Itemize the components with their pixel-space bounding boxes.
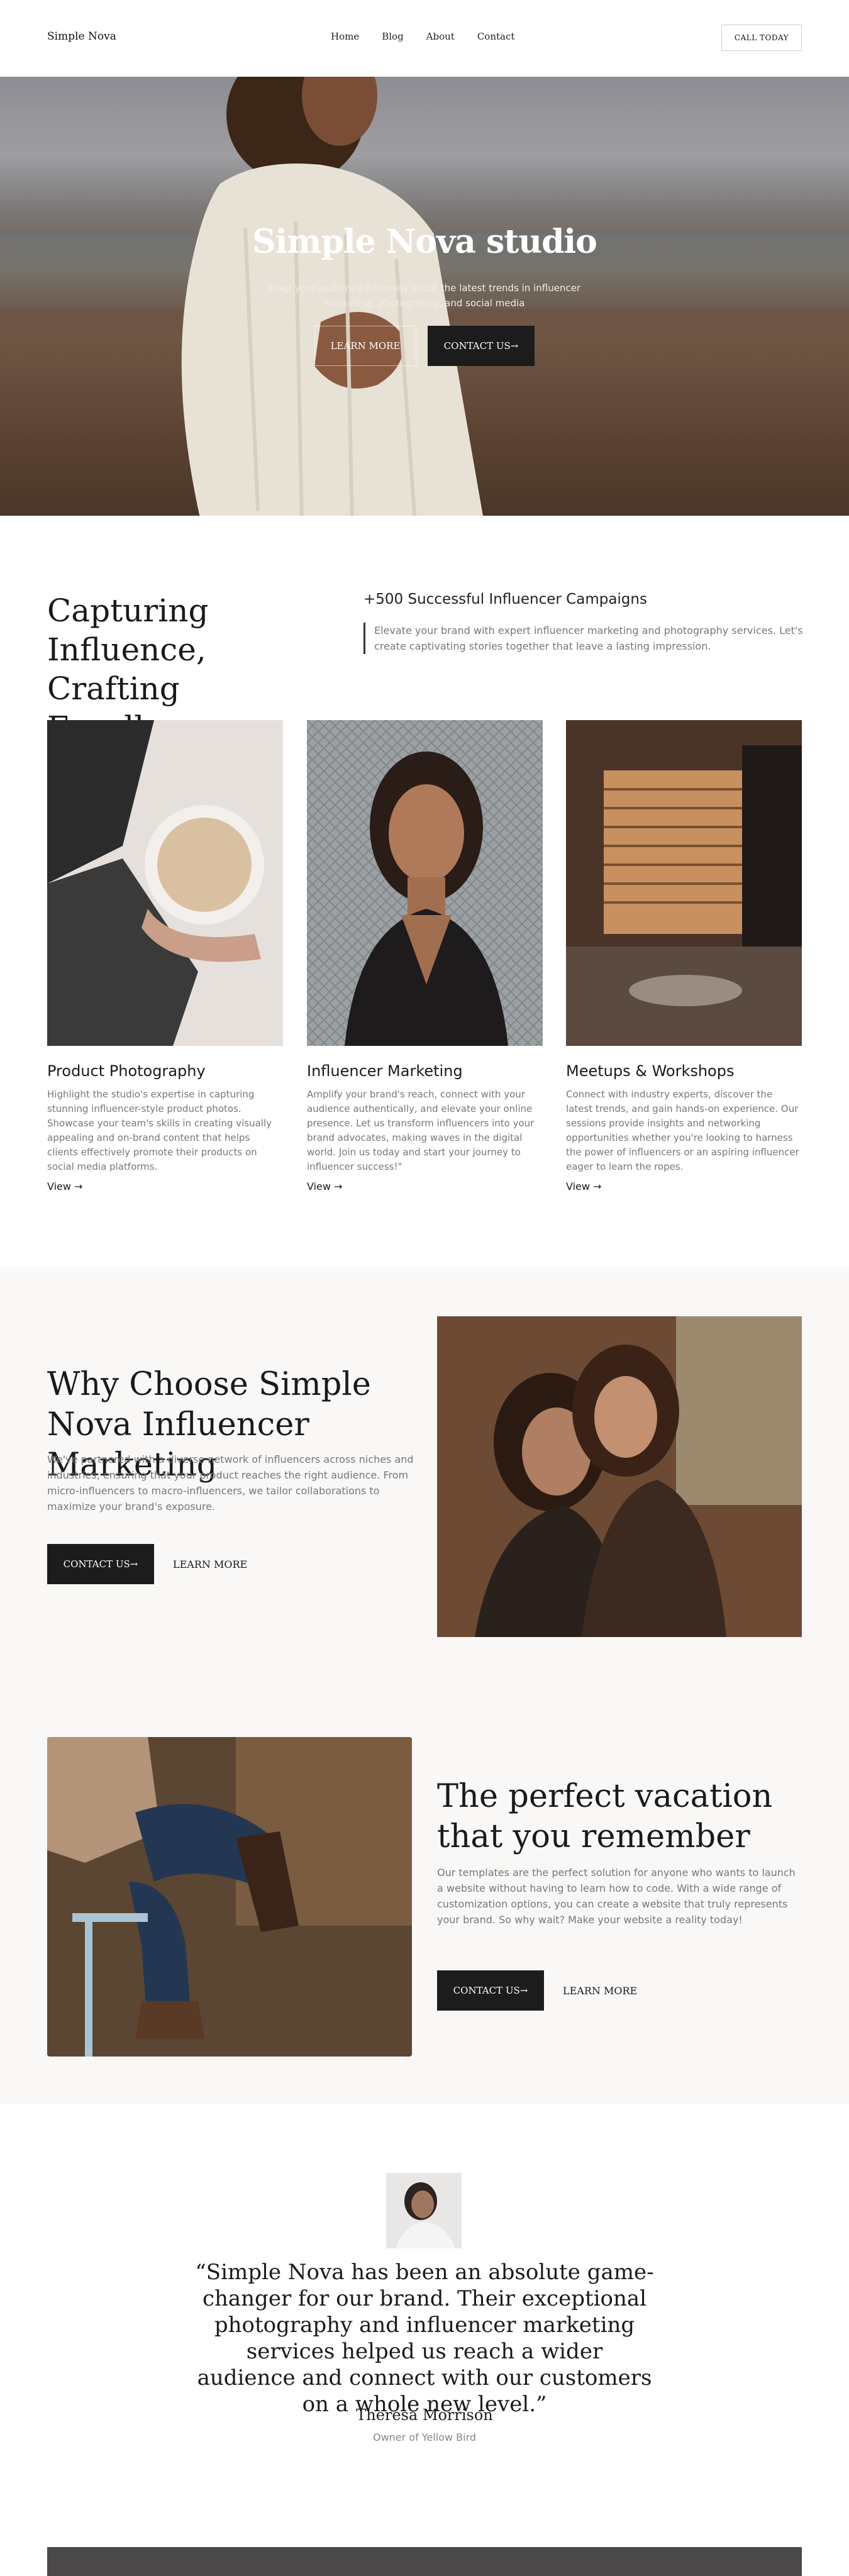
seated-person-boots-photo <box>47 1737 412 2057</box>
service-view-link[interactable]: View → <box>307 1180 543 1192</box>
why-paragraph: We've partnered with a diverse network o… <box>47 1453 414 1513</box>
why-buttons: CONTACT US→ LEARN MORE <box>47 1544 247 1584</box>
hero-buttons: LEARN MORE CONTACT US→ <box>314 326 535 366</box>
stat-label: Successful Influencer Campaigns <box>408 591 647 608</box>
nav-link-contact[interactable]: Contact <box>477 31 515 42</box>
hero-learn-more-button[interactable]: LEARN MORE <box>314 326 416 366</box>
footer-banner-image <box>47 2547 802 2576</box>
service-title: Influencer Marketing <box>307 1062 463 1080</box>
nav-links: Home Blog About Contact <box>331 31 514 42</box>
vacation-heading: The perfect vacation that you remember <box>437 1778 773 1855</box>
vacation-learn-more-button[interactable]: LEARN MORE <box>563 1985 637 1997</box>
testimonial-avatar <box>386 2173 462 2248</box>
service-view-link[interactable]: View → <box>47 1180 283 1192</box>
service-description: Connect with industry experts, discover … <box>566 1089 799 1172</box>
service-view-link[interactable]: View → <box>566 1180 802 1192</box>
nav-link-blog[interactable]: Blog <box>382 31 403 42</box>
brand-logo[interactable]: Simple Nova <box>47 30 116 43</box>
intro-heading-line1: Capturing Influence, <box>47 592 209 668</box>
why-contact-button[interactable]: CONTACT US→ <box>47 1544 154 1584</box>
service-description: Highlight the studio's expertise in capt… <box>47 1089 272 1172</box>
hero-section: Simple Nova studio Keep your audience in… <box>0 77 849 516</box>
why-learn-more-button[interactable]: LEARN MORE <box>173 1558 247 1570</box>
nav-link-about[interactable]: About <box>426 31 455 42</box>
hero-subtitle: Keep your audience informed about the la… <box>268 282 581 309</box>
hero-contact-button[interactable]: CONTACT US→ <box>428 326 535 366</box>
service-card-meetups-workshops: Meetups & Workshops Connect with industr… <box>566 720 802 1192</box>
service-title: Meetups & Workshops <box>566 1062 735 1080</box>
intro-paragraph: Elevate your brand with expert influence… <box>363 623 804 654</box>
campaign-stat: +500 Successful Influencer Campaigns <box>363 591 647 608</box>
call-today-button[interactable]: CALL TODAY <box>721 25 802 51</box>
vacation-buttons: CONTACT US→ LEARN MORE <box>437 1970 637 2011</box>
stat-number: +500 <box>363 591 404 608</box>
service-card-product-photography: Product Photography Highlight the studio… <box>47 720 283 1192</box>
vacation-contact-button[interactable]: CONTACT US→ <box>437 1970 544 2011</box>
nav-link-home[interactable]: Home <box>331 31 359 42</box>
service-description: Amplify your brand's reach, connect with… <box>307 1089 535 1172</box>
hero-title: Simple Nova studio <box>252 223 597 261</box>
vacation-paragraph: Our templates are the perfect solution f… <box>437 1867 796 1926</box>
cafe-interior-photo <box>566 720 802 1046</box>
two-women-photo <box>437 1316 802 1637</box>
woman-portrait-photo <box>307 720 543 1046</box>
service-title: Product Photography <box>47 1062 206 1080</box>
testimonial-name: Theresa Morrison <box>356 2406 493 2424</box>
testimonial-quote: “Simple Nova has been an absolute game-c… <box>195 2260 654 2417</box>
coffee-cup-photo <box>47 720 283 1046</box>
service-card-influencer-marketing: Influencer Marketing Amplify your brand'… <box>307 720 543 1192</box>
testimonial-role: Owner of Yellow Bird <box>372 2431 477 2443</box>
top-nav: Simple Nova Home Blog About Contact CALL… <box>0 0 849 77</box>
